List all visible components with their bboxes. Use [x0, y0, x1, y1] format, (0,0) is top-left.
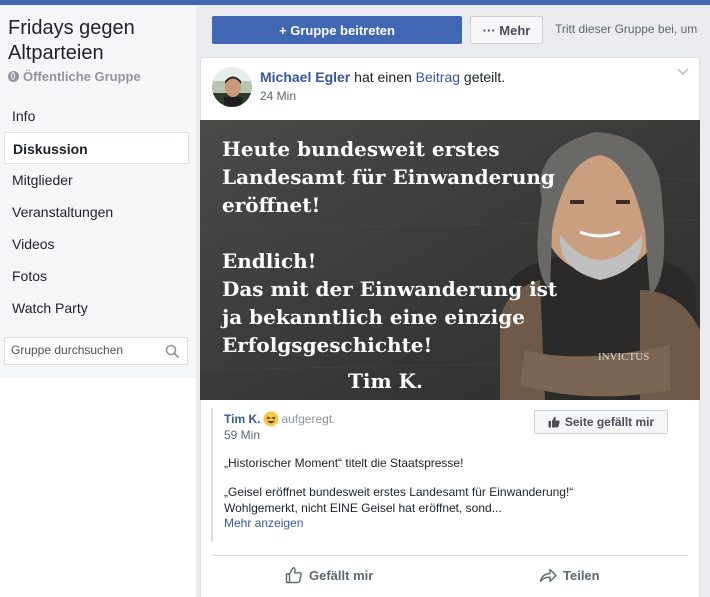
author-avatar[interactable] [212, 67, 252, 107]
group-privacy-label: Öffentliche Gruppe [23, 69, 141, 84]
image-text-line-2: Landesamt für Einwanderung [222, 165, 555, 189]
group-title[interactable]: Fridays gegen Altparteien [8, 16, 188, 66]
see-more-link[interactable]: Mehr anzeigen [224, 516, 303, 530]
shared-post-text-1: „Historischer Moment“ titelt die Staatsp… [224, 456, 464, 470]
group-search-box [4, 337, 188, 365]
post-action-text: hat einen [350, 69, 416, 85]
thumbs-up-icon [285, 567, 302, 584]
group-search-input[interactable] [11, 343, 161, 357]
more-button[interactable]: ··· Mehr [470, 16, 543, 44]
globe-icon [8, 71, 19, 82]
image-signature: Tim K. [348, 369, 423, 393]
join-group-button[interactable]: + Gruppe beitreten [212, 16, 462, 44]
thumbs-up-icon [548, 416, 560, 428]
avatar-photo [212, 67, 252, 107]
sidebar-item-fotos[interactable]: Fotos [4, 260, 189, 292]
like-button[interactable]: Gefällt mir [285, 566, 373, 584]
sidebar-item-videos[interactable]: Videos [4, 228, 189, 260]
sidebar-item-info[interactable]: Info [4, 100, 189, 132]
group-nav: Info Diskussion Mitglieder Veranstaltung… [4, 100, 189, 324]
sidebar-item-watch-party[interactable]: Watch Party [4, 292, 189, 324]
like-label: Gefällt mir [309, 567, 374, 583]
excited-emoji-icon [263, 411, 279, 427]
sidebar-item-diskussion[interactable]: Diskussion [4, 132, 189, 164]
search-icon[interactable] [165, 344, 179, 358]
sidebar-item-veranstaltungen[interactable]: Veranstaltungen [4, 196, 189, 228]
shared-author-link[interactable]: Tim K. [224, 412, 260, 426]
shared-post-header: Tim K. aufgeregt. [224, 411, 336, 427]
image-text-line-1: Heute bundesweit erstes [222, 137, 500, 161]
share-button[interactable]: Teilen [539, 566, 600, 584]
post-image[interactable]: INVICTUS Heute bundesweit erstes Landesa… [200, 120, 700, 400]
like-page-button[interactable]: Seite gefällt mir [534, 410, 668, 434]
post-timestamp[interactable]: 24 Min [260, 89, 296, 103]
join-hint-text: Tritt dieser Gruppe bei, um [555, 22, 698, 36]
meme-image: INVICTUS Heute bundesweit erstes Landesa… [200, 120, 700, 400]
shared-post-border [211, 408, 213, 542]
post-header: Michael Egler hat einen Beitrag geteilt. [260, 69, 505, 85]
shared-post-timestamp[interactable]: 59 Min [224, 428, 260, 442]
image-text-line-6: ja bekanntlich eine einzige [220, 305, 525, 329]
image-text-line-5: Das mit der Einwanderung ist [222, 277, 558, 301]
group-privacy: Öffentliche Gruppe [8, 69, 141, 84]
like-page-label: Seite gefällt mir [564, 415, 655, 429]
chevron-down-icon[interactable] [677, 68, 689, 76]
post-action-suffix: geteilt. [460, 69, 506, 85]
shared-post-text-2: „Geisel eröffnet bundesweit erstes Lande… [224, 485, 574, 515]
image-text-line-4: Endlich! [222, 249, 316, 273]
sidebar-item-mitglieder[interactable]: Mitglieder [4, 164, 189, 196]
share-label: Teilen [563, 567, 600, 583]
sidebar-bottom-area [0, 378, 196, 597]
shared-feeling: aufgeregt. [281, 412, 336, 426]
actions-divider [212, 555, 688, 556]
share-arrow-icon [539, 568, 557, 583]
image-text-line-7: Erfolgsgeschichte! [222, 333, 432, 357]
image-text-line-3: eröffnet! [222, 193, 320, 217]
svg-text:INVICTUS: INVICTUS [598, 351, 649, 363]
post-author-link[interactable]: Michael Egler [260, 69, 350, 85]
post-link[interactable]: Beitrag [416, 69, 460, 85]
